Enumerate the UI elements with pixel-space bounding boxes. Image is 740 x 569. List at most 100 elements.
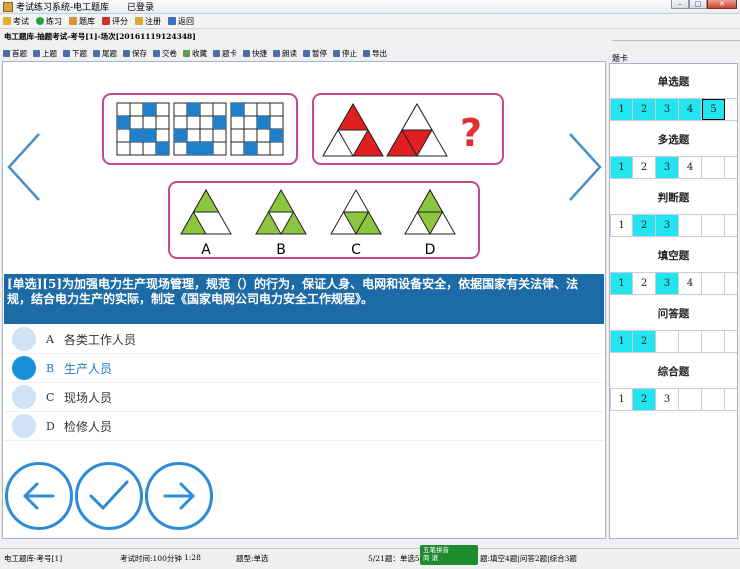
menu-item-back[interactable]: 返回 [168, 16, 194, 27]
toolbar-label: 首题 [12, 48, 27, 58]
option-letter: A [46, 332, 54, 346]
category-multi-choice: 多选题 1 2 3 4 [610, 122, 737, 179]
lock-icon [135, 17, 143, 25]
question-cell[interactable]: 1 [610, 157, 633, 178]
pause-button[interactable]: 暂停 [303, 48, 327, 59]
menu-item-register[interactable]: 注册 [135, 16, 161, 27]
question-cell[interactable]: 4 [679, 273, 702, 294]
toolbar-label: 收藏 [192, 48, 207, 58]
menu-item-exam[interactable]: 考试 [3, 16, 29, 27]
previous-button[interactable] [5, 462, 73, 530]
question-cell[interactable]: 2 [633, 157, 656, 178]
save-button[interactable]: 保存 [123, 48, 147, 59]
question-cell[interactable]: 4 [679, 99, 702, 120]
next-button[interactable] [145, 462, 213, 530]
menu-item-score[interactable]: 评分 [102, 16, 128, 27]
radio-dot[interactable] [12, 414, 36, 438]
category-title: 问答题 [657, 307, 690, 320]
question-cell[interactable]: 1 [610, 331, 633, 352]
status-exam-id: 电工题库-考号[1] [4, 554, 63, 563]
menu-label: 练习 [46, 16, 62, 26]
current-question-cell[interactable]: 5 [702, 99, 725, 120]
next-question-button[interactable]: 下题 [63, 48, 87, 59]
question-cell[interactable]: 2 [633, 389, 656, 410]
next-arrow-icon[interactable] [566, 132, 604, 202]
option-c[interactable]: C 现场人员 [3, 383, 605, 412]
pen-icon [153, 49, 160, 57]
grid-icon [213, 49, 220, 57]
question-cell[interactable]: 4 [679, 157, 702, 178]
empty-cell [679, 389, 702, 410]
empty-cell [656, 331, 679, 352]
question-cell[interactable]: 1 [610, 273, 633, 294]
menu-label: 注册 [145, 16, 161, 26]
ime-mode: 五笔拼音 [423, 546, 449, 554]
option-d[interactable]: D 检修人员 [3, 412, 605, 441]
confirm-button[interactable] [75, 462, 143, 530]
question-cell[interactable]: 3 [656, 215, 679, 236]
shortcut-button[interactable]: 快捷 [243, 48, 267, 59]
question-cell[interactable]: 2 [633, 215, 656, 236]
question-cell[interactable]: 2 [633, 273, 656, 294]
close-button[interactable]: ✕ [707, 0, 737, 9]
question-cell[interactable]: 3 [656, 99, 679, 120]
radio-dot[interactable] [12, 356, 36, 380]
folder-icon [69, 17, 77, 25]
empty-cell [702, 157, 725, 178]
option-letter: D [46, 419, 55, 433]
question-cell[interactable]: 3 [656, 157, 679, 178]
green-dot-icon [36, 17, 44, 25]
question-card-button[interactable]: 题卡 [213, 48, 237, 59]
menu-item-bank[interactable]: 题库 [69, 16, 95, 27]
question-mark: ? [460, 111, 482, 155]
question-cell[interactable]: 1 [610, 99, 633, 120]
right-arrow-icon [163, 482, 195, 510]
question-cell[interactable]: 3 [656, 389, 679, 410]
submit-button[interactable]: 交卷 [153, 48, 177, 59]
status-summary: 5/21题：单选5 [368, 554, 420, 563]
empty-cell [702, 331, 725, 352]
grid-pattern-3 [230, 102, 284, 156]
speaker-icon [273, 49, 280, 57]
question-figure: ? A B C D [102, 93, 504, 259]
category-comprehensive: 综合题 1 2 3 [610, 354, 737, 411]
stop-button[interactable]: 停止 [333, 48, 357, 59]
status-time-limit: 考试时间:100分钟 [120, 554, 182, 563]
toolbar-label: 保存 [132, 48, 147, 58]
question-area: ? A B C D [单选][5]为加强电力生产现场管理，规范（）的行为，保证人… [2, 61, 606, 539]
question-cell[interactable]: 1 [610, 389, 633, 410]
first-question-button[interactable]: 首题 [3, 48, 27, 59]
window-title: 考试练习系统-电工题库 [16, 3, 110, 13]
option-b[interactable]: B 生产人员 [3, 354, 605, 383]
menu-label: 题库 [79, 16, 95, 26]
favorite-button[interactable]: 收藏 [183, 48, 207, 59]
export-button[interactable]: 导出 [363, 48, 387, 59]
next-icon [63, 49, 70, 57]
last-question-button[interactable]: 尾题 [93, 48, 117, 59]
question-cell[interactable]: 2 [633, 331, 656, 352]
grid-pattern-2 [173, 102, 227, 156]
prev-question-button[interactable]: 上题 [33, 48, 57, 59]
status-elapsed: 1:28 [184, 553, 201, 562]
question-cell[interactable]: 3 [656, 273, 679, 294]
prev-arrow-icon[interactable] [5, 132, 45, 202]
option-letter: C [46, 390, 55, 404]
save-icon [123, 49, 130, 57]
minimize-button[interactable]: – [671, 0, 689, 9]
question-cell[interactable]: 1 [610, 215, 633, 236]
option-text: 各类工作人员 [64, 332, 137, 347]
last-icon [93, 49, 100, 57]
option-letter: B [46, 361, 55, 375]
menu-item-practice[interactable]: 练习 [36, 16, 62, 27]
action-buttons [5, 462, 225, 534]
option-a[interactable]: A 各类工作人员 [3, 325, 605, 354]
empty-cell [679, 331, 702, 352]
maximize-button[interactable]: □ [689, 0, 707, 9]
category-title: 判断题 [657, 191, 690, 204]
radio-dot[interactable] [12, 385, 36, 409]
question-cell[interactable]: 2 [633, 99, 656, 120]
radio-dot[interactable] [12, 327, 36, 351]
ime-toolbar[interactable]: 五笔拼音 简 滚 [420, 545, 478, 565]
figure-label-c: C [351, 242, 361, 258]
read-aloud-button[interactable]: 朗读 [273, 48, 297, 59]
